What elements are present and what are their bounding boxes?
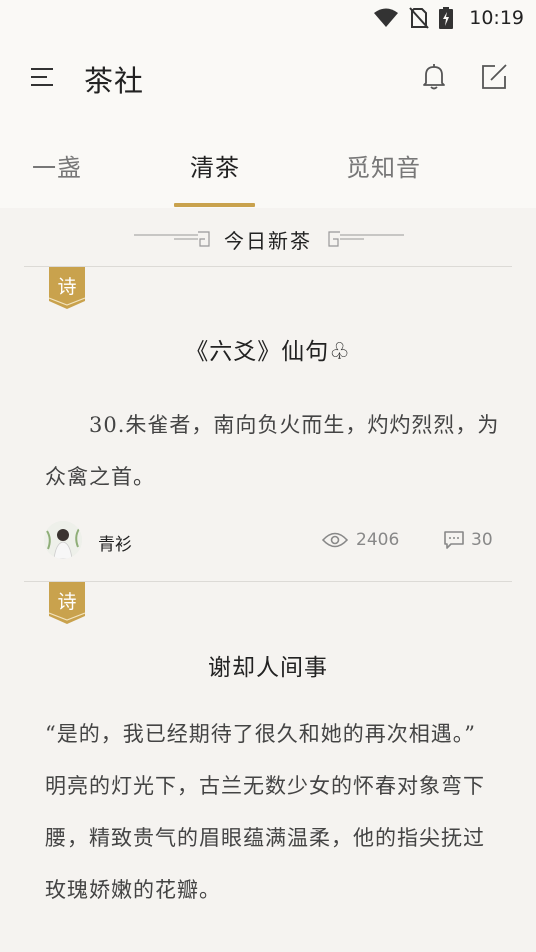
- right-ornament-icon: [328, 231, 404, 247]
- post-paragraph: “是的，我已经期待了很久和她的再次相遇。”: [45, 722, 476, 746]
- comment-icon[interactable]: [443, 530, 465, 550]
- status-time: 10:19: [469, 7, 524, 29]
- post-title[interactable]: 《六爻》仙句♧: [24, 332, 512, 366]
- bell-icon[interactable]: [421, 63, 447, 91]
- post-excerpt: “是的，我已经期待了很久和她的再次相遇。” 明亮的灯光下，古兰无数少女的怀春对象…: [45, 708, 501, 916]
- author-name[interactable]: 青衫: [98, 530, 132, 555]
- active-tab-indicator: [174, 203, 255, 207]
- section-header: 今日新茶: [0, 208, 536, 266]
- menu-icon[interactable]: [30, 66, 54, 88]
- post-title[interactable]: 谢却人间事: [24, 648, 512, 682]
- category-badge-label: 诗: [57, 591, 77, 613]
- post-meta: 青衫 2406 30: [44, 521, 494, 561]
- tab-qingcha[interactable]: 清茶: [190, 148, 240, 183]
- post-excerpt: 30.朱雀者，南向负火而生，灼灼烈烈，为众禽之首。: [45, 399, 501, 503]
- view-count: 2406: [356, 530, 400, 550]
- post-card[interactable]: 诗 《六爻》仙句♧ 30.朱雀者，南向负火而生，灼灼烈烈，为众禽之首。 青衫 2…: [24, 266, 512, 581]
- section-title: 今日新茶: [224, 229, 312, 253]
- category-badge-label: 诗: [57, 276, 77, 298]
- tab-bar: 一盏 清茶 觅知音: [0, 120, 536, 208]
- avatar[interactable]: [44, 521, 82, 559]
- battery-charging-icon: [439, 7, 454, 29]
- eye-icon: [322, 532, 348, 548]
- edit-icon[interactable]: [481, 64, 509, 90]
- post-card[interactable]: 诗 谢却人间事 “是的，我已经期待了很久和她的再次相遇。” 明亮的灯光下，古兰无…: [24, 581, 512, 952]
- tab-mizhiyin[interactable]: 觅知音: [346, 148, 421, 183]
- wifi-icon: [374, 8, 399, 27]
- no-sim-icon: [409, 7, 429, 29]
- app-bar: 茶社: [0, 36, 536, 120]
- comment-count: 30: [471, 530, 493, 550]
- status-bar: 10:19: [0, 0, 536, 36]
- tab-yizhan[interactable]: 一盏: [32, 148, 82, 183]
- post-paragraph: 30.朱雀者，南向负火而生，灼灼烈烈，为众禽之首。: [45, 413, 500, 489]
- post-paragraph: 明亮的灯光下，古兰无数少女的怀春对象弯下腰，精致贵气的眉眼蕴满温柔，他的指尖抚过…: [45, 774, 485, 902]
- app-title: 茶社: [84, 64, 145, 98]
